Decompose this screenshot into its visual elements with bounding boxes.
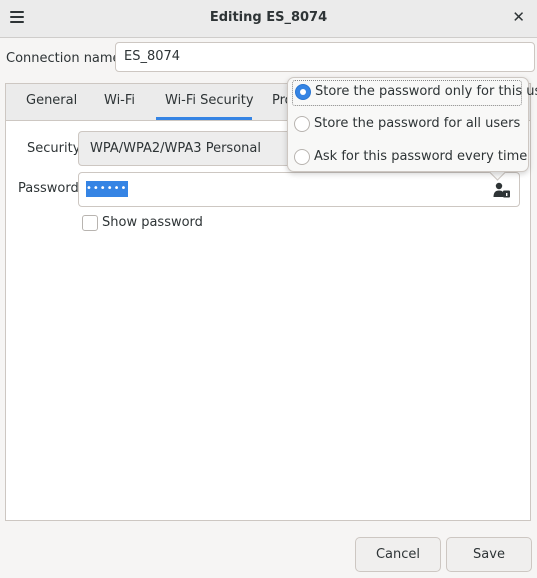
radio-store-this-user[interactable] bbox=[295, 84, 311, 100]
password-field[interactable]: •••••••• bbox=[78, 172, 520, 207]
cancel-button[interactable]: Cancel bbox=[355, 537, 441, 572]
title-bar: Editing ES_8074 ✕ bbox=[0, 0, 537, 38]
connection-name-input[interactable]: ES_8074 bbox=[115, 42, 535, 72]
option-store-all-users-label: Store the password for all users bbox=[314, 116, 521, 131]
close-icon[interactable]: ✕ bbox=[512, 8, 525, 26]
password-selected-text: •••••••• bbox=[86, 181, 140, 197]
option-store-this-user-label: Store the password only for this user bbox=[315, 84, 537, 99]
password-storage-popover: Store the password only for this user St… bbox=[287, 77, 537, 172]
tab-general[interactable]: General bbox=[26, 93, 77, 108]
show-password-checkbox[interactable] bbox=[82, 215, 98, 231]
radio-store-all-users[interactable] bbox=[294, 116, 310, 132]
active-tab-indicator bbox=[156, 117, 252, 120]
security-value: WPA/WPA2/WPA3 Personal bbox=[90, 141, 261, 156]
password-label: Password bbox=[18, 181, 79, 196]
show-password-label[interactable]: Show password bbox=[102, 215, 203, 230]
user-password-storage-icon[interactable] bbox=[493, 181, 511, 199]
save-button[interactable]: Save bbox=[446, 537, 532, 572]
connection-name-label: Connection name bbox=[6, 51, 121, 66]
radio-ask-every-time[interactable] bbox=[294, 149, 310, 165]
window-title: Editing ES_8074 bbox=[209, 10, 328, 25]
security-dropdown[interactable]: WPA/WPA2/WPA3 Personal bbox=[78, 131, 320, 166]
option-store-this-user[interactable]: Store the password only for this user bbox=[292, 80, 537, 106]
tab-wifi-security[interactable]: Wi-Fi Security bbox=[165, 93, 254, 108]
security-label: Security bbox=[27, 141, 81, 156]
option-ask-every-time-label: Ask for this password every time bbox=[314, 149, 528, 164]
tab-wifi[interactable]: Wi-Fi bbox=[104, 93, 135, 108]
